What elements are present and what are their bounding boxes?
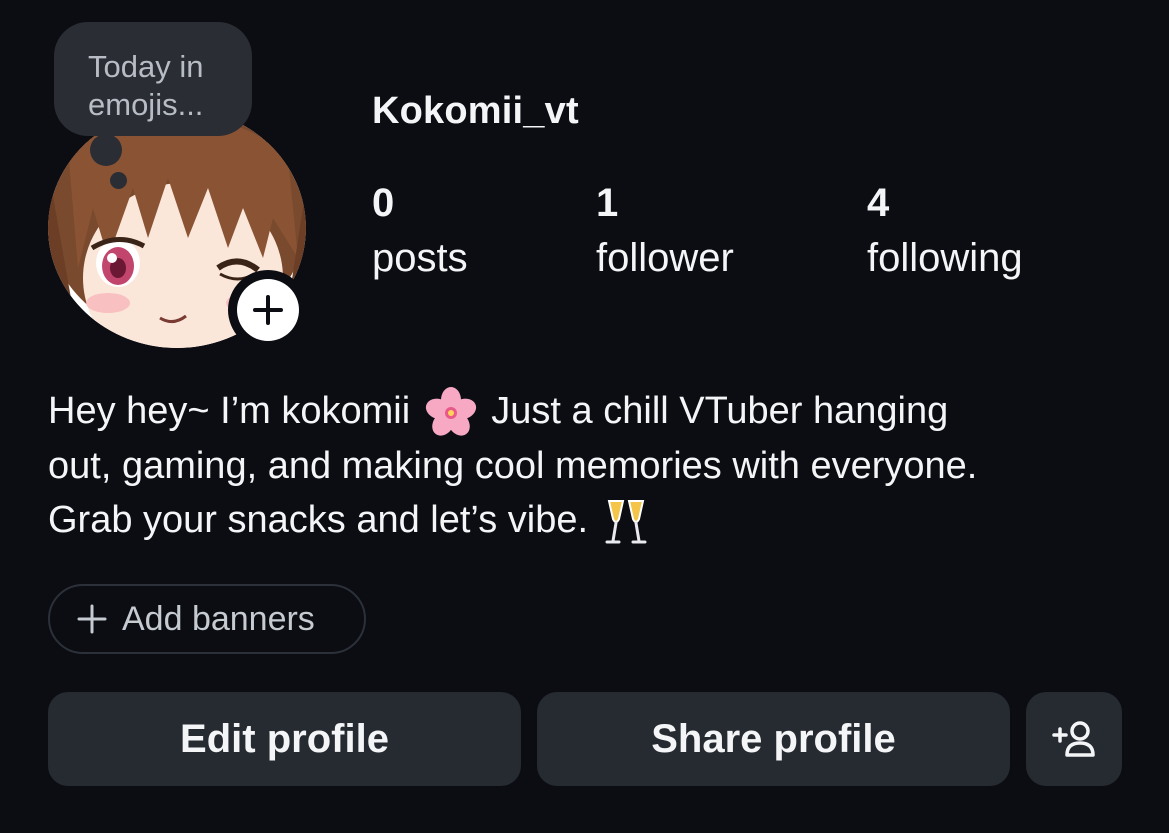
discover-people-button[interactable] [1026,692,1122,786]
bio-line-3: Grab your snacks and let’s vibe. [48,493,1138,547]
add-person-icon [1052,721,1095,757]
bio-text-1b: Just a chill VTuber hanging [491,390,949,432]
bio-text-1a: Hey hey~ I’m kokomii [48,390,411,432]
note-bubble[interactable]: Today in emojis... [54,22,252,136]
bio-line-1: Hey hey~ I’m kokomii Just a chill VTuber… [48,384,1138,439]
stat-following[interactable]: 4 following [867,180,1023,284]
stat-followers-value: 1 [596,181,619,225]
bio-text-3: Grab your snacks and let’s vibe. [48,498,589,541]
note-bubble-tail [90,134,122,166]
share-profile-button[interactable]: Share profile [537,692,1010,786]
stat-following-label: following [867,236,1023,280]
cherry-blossom-icon [425,386,476,436]
stat-followers-label: follower [596,236,734,280]
add-banners-button[interactable]: Add banners [48,584,366,654]
profile-bio: Hey hey~ I’m kokomii Just a chill VTuber… [48,384,1138,547]
stat-posts-label: posts [372,236,468,280]
stat-followers[interactable]: 1 follower [596,180,734,284]
share-profile-label: Share profile [651,716,896,761]
stat-posts-value: 0 [372,181,395,225]
stat-following-value: 4 [867,181,890,225]
note-text-line1: Today in [88,49,204,84]
edit-profile-label: Edit profile [180,716,389,761]
add-banners-label: Add banners [122,599,315,638]
edit-profile-button[interactable]: Edit profile [48,692,521,786]
bio-line-2: out, gaming, and making cool memories wi… [48,444,978,487]
add-story-button[interactable] [228,270,308,350]
profile-page: Today in emojis... Kokomii_vt 0 posts 1 … [0,0,1169,833]
plus-icon [253,295,283,325]
note-text-line2: emojis... [88,87,204,122]
stat-posts[interactable]: 0 posts [372,180,468,284]
note-bubble-tail-dot [110,172,127,189]
plus-icon [76,603,108,635]
username: Kokomii_vt [372,90,579,132]
clinking-glasses-icon [605,499,647,544]
